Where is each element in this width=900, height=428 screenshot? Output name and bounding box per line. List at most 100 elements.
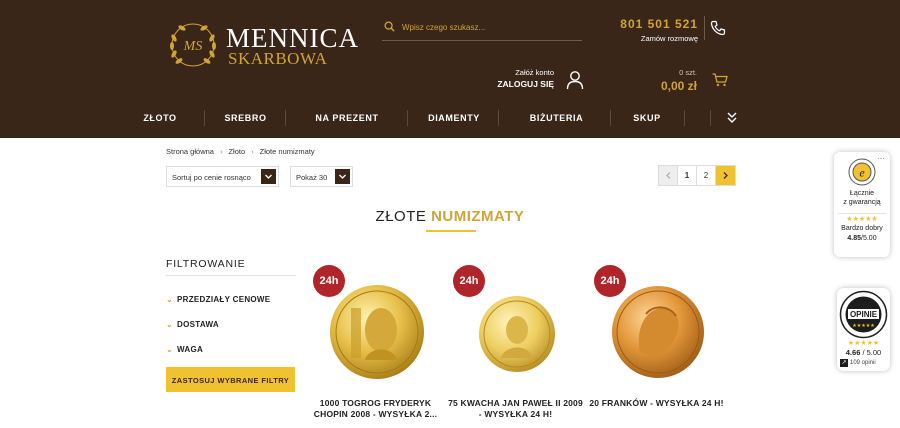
product-card[interactable]: 24h 75 KWACHA JAN PAWEŁ II 2009 - WYSYŁK… — [448, 262, 583, 428]
nav-item-gold[interactable]: ZŁOTO — [120, 106, 200, 130]
rating-stars-icon: ★★★★★ — [846, 216, 878, 223]
breadcrumb-separator-icon: › — [251, 147, 254, 156]
logo[interactable]: MS MENNICA SKARBOWA — [166, 18, 366, 72]
delivery-24h-badge: 24h — [453, 265, 485, 297]
search-icon[interactable] — [384, 21, 395, 32]
rating-score: 4.85/5.00 — [834, 235, 890, 242]
phone-icon[interactable] — [710, 20, 726, 36]
product-image[interactable] — [465, 280, 569, 384]
product-image[interactable] — [606, 280, 710, 384]
login-link[interactable]: ZALOGUJ SIĘ — [497, 79, 554, 89]
filter-label: WAGA — [177, 345, 204, 354]
sort-select-chevron[interactable] — [261, 169, 276, 184]
nav-divider — [498, 110, 499, 126]
brand-subname: SKARBOWA — [228, 49, 328, 68]
breadcrumb-home[interactable]: Strona główna — [166, 147, 214, 156]
divider — [704, 16, 705, 40]
nav-item-silver[interactable]: SREBRO — [208, 106, 283, 130]
page-title-part-1: ZŁOTE — [375, 208, 432, 225]
nav-item-gifts[interactable]: NA PREZENT — [290, 106, 404, 130]
nav-divider — [710, 110, 711, 126]
delivery-24h-badge: 24h — [313, 265, 345, 297]
breadcrumb-current: Złote numizmaty — [259, 147, 315, 156]
trust-badge-widget[interactable]: e ··· Łącznie z gwarancją ★★★★★ Bardzo d… — [834, 152, 890, 257]
pagination-next-button[interactable] — [716, 166, 735, 185]
chevron-down-icon: ⌄ — [166, 320, 174, 329]
pagination-prev-button[interactable] — [659, 166, 678, 185]
chevron-right-icon — [723, 172, 728, 179]
breadcrumb-gold[interactable]: Złoto — [228, 147, 245, 156]
apply-filters-button[interactable]: ZASTOSUJ WYBRANE FILTRY — [166, 367, 295, 392]
per-page-select-value: Pokaż 30 — [296, 173, 328, 182]
create-account-link[interactable]: Załóż konto — [497, 68, 554, 77]
pagination: 1 2 — [658, 165, 736, 186]
opinions-brand: OPINIE — [850, 310, 878, 319]
filter-price-ranges[interactable]: ⌄ PRZEDZIAŁY CENOWE — [166, 295, 270, 304]
rating-stars-icon: ★★★★★ — [847, 340, 880, 347]
phone-number[interactable]: 801 501 521 — [620, 17, 698, 31]
cart-total: 0,00 zł — [660, 79, 697, 93]
more-icon[interactable]: ··· — [877, 154, 885, 163]
filters-divider — [166, 275, 296, 276]
search-bar — [382, 15, 582, 41]
nav-item-jewellery[interactable]: BIŻUTERIA — [502, 106, 611, 130]
chevron-down-icon — [339, 174, 346, 179]
opinions-seal-icon: OPINIE ★★★★★ — [839, 290, 888, 339]
phone-block: 801 501 521 Zamów rozmowę — [620, 17, 698, 43]
sort-select-value: Sortuj po cenie rosnąco — [172, 173, 251, 182]
chevron-down-icon: ⌄ — [166, 345, 174, 354]
filter-label: DOSTAWA — [177, 320, 219, 329]
opinions-widget[interactable]: OPINIE ★★★★★ ★★★★★ 4.66 / 5.00 109 opini… — [837, 288, 890, 371]
svg-text:MS: MS — [183, 39, 203, 54]
rating-label: Bardzo dobry — [841, 225, 883, 232]
nav-divider — [610, 110, 611, 126]
per-page-select-chevron[interactable] — [335, 169, 350, 184]
product-name[interactable]: 1000 TOGROG FRYDERYK CHOPIN 2008 - WYSYŁ… — [308, 398, 443, 420]
product-name[interactable]: 20 FRANKÓW - WYSYŁKA 24 H! — [589, 398, 724, 409]
cart-block[interactable]: 0 szt. 0,00 zł — [661, 68, 697, 93]
search-input[interactable] — [402, 19, 578, 35]
callback-link[interactable]: Zamów rozmowę — [620, 34, 698, 43]
product-card[interactable]: 24h 1000 TOGROG FRYDERYK CHOPIN 2008 - W… — [308, 262, 443, 428]
trusted-shops-seal-icon: e — [848, 158, 876, 186]
per-page-select[interactable]: Pokaż 30 — [290, 166, 353, 187]
opinions-rating-value: 4.66 — [845, 348, 861, 357]
rating-value: 4.85 — [847, 235, 862, 242]
opinions-count: 109 opinii — [850, 360, 876, 366]
sort-select[interactable]: Sortuj po cenie rosnąco — [166, 166, 279, 187]
filter-label: PRZEDZIAŁY CENOWE — [177, 295, 271, 304]
chevron-down-icon — [265, 174, 272, 179]
nav-divider — [285, 110, 286, 126]
product-image[interactable] — [325, 280, 429, 384]
page-title: ZŁOTE NUMIZMATY — [0, 208, 900, 225]
user-icon[interactable] — [566, 70, 584, 90]
main-nav: ZŁOTO SREBRO NA PREZENT DIAMENTY BIŻUTER… — [120, 106, 780, 130]
svg-text:e: e — [859, 166, 865, 180]
nav-expand-icon[interactable] — [727, 112, 737, 123]
nav-item-diamonds[interactable]: DIAMENTY — [412, 106, 496, 130]
delivery-24h-badge: 24h — [594, 265, 626, 297]
chevron-down-icon: ⌄ — [166, 295, 174, 304]
cart-icon[interactable] — [712, 73, 728, 87]
brand-name: MENNICA — [226, 23, 359, 53]
filter-weight[interactable]: ⌄ WAGA — [166, 345, 203, 354]
arrow-icon: ↗ — [840, 359, 848, 367]
pagination-page-2[interactable]: 2 — [697, 166, 716, 185]
breadcrumb-separator-icon: › — [219, 147, 223, 156]
nav-divider — [407, 110, 408, 126]
nav-divider — [684, 110, 685, 126]
cart-count: 0 szt. — [679, 68, 697, 77]
site-header: MS MENNICA SKARBOWA 801 501 521 Zamów ro… — [0, 0, 900, 138]
title-underline — [426, 230, 476, 232]
chevron-left-icon — [666, 172, 671, 179]
filter-delivery[interactable]: ⌄ DOSTAWA — [166, 320, 219, 329]
product-card[interactable]: 24h 20 FRANKÓW - WYSYŁKA 24 H! — [589, 262, 724, 428]
breadcrumb: Strona główna › Złoto › Złote numizmaty — [166, 147, 315, 156]
account-block[interactable]: Załóż konto ZALOGUJ SIĘ — [497, 68, 554, 89]
guarantee-line-2: z gwarancją — [843, 199, 881, 206]
filters-heading: FILTROWANIE — [166, 258, 246, 270]
logo-emblem-icon: MS — [170, 23, 216, 67]
nav-item-buyback[interactable]: SKUP — [614, 106, 680, 130]
pagination-page-1[interactable]: 1 — [678, 166, 697, 185]
product-name[interactable]: 75 KWACHA JAN PAWEŁ II 2009 - WYSYŁKA 24… — [448, 398, 583, 420]
